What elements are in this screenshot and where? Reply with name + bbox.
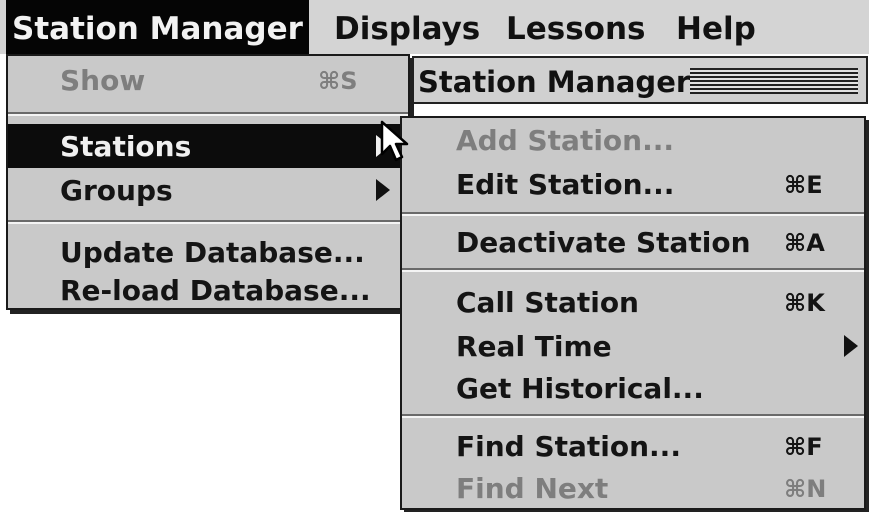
stations-submenu: Add Station... Edit Station... ⌘E Deacti… [400, 116, 866, 510]
menu-item-show[interactable]: Show ⌘S [8, 58, 408, 102]
menu-displays[interactable]: Displays [328, 0, 486, 54]
mouse-pointer-icon [380, 120, 409, 162]
submenu-arrow-icon [844, 335, 858, 357]
menu-item-label: Get Historical... [456, 372, 704, 405]
menu-item-deactivate-station[interactable]: Deactivate Station ⌘A [402, 220, 864, 264]
shortcut-label: ⌘F [784, 433, 823, 461]
menu-item-add-station[interactable]: Add Station... [402, 118, 864, 162]
menu-item-groups[interactable]: Groups [8, 168, 408, 212]
window-title-bar[interactable]: Station Manager [412, 56, 868, 104]
menu-item-label: Real Time [456, 330, 612, 363]
submenu-arrow-icon [376, 179, 390, 201]
shortcut-label: ⌘A [784, 229, 825, 257]
menu-item-label: Show [60, 64, 146, 97]
menu-item-find-station[interactable]: Find Station... ⌘F [402, 424, 864, 468]
menu-item-stations[interactable]: Stations [8, 124, 408, 168]
menu-bar: Station Manager Displays Lessons Help [0, 0, 869, 54]
station-manager-dropdown: Show ⌘S Stations Groups Update Database.… [6, 54, 410, 310]
menu-item-label: Groups [60, 174, 173, 207]
menu-item-get-historical[interactable]: Get Historical... [402, 366, 864, 410]
menu-item-real-time[interactable]: Real Time [402, 324, 864, 368]
shortcut-label: ⌘E [784, 171, 823, 199]
menu-separator [402, 268, 864, 272]
window-title: Station Manager [418, 65, 691, 99]
menu-item-label: Re-load Database... [60, 274, 371, 307]
menu-item-edit-station[interactable]: Edit Station... ⌘E [402, 162, 864, 206]
menu-item-label: Deactivate Station [456, 226, 751, 259]
shortcut-label: ⌘N [784, 475, 827, 503]
menu-item-label: Add Station... [456, 124, 675, 157]
menu-item-label: Edit Station... [456, 168, 675, 201]
menu-separator [8, 112, 408, 116]
menu-separator [402, 414, 864, 418]
menu-item-label: Call Station [456, 286, 639, 319]
title-bar-stripes [690, 68, 858, 94]
menu-separator [402, 212, 864, 216]
menu-station-manager[interactable]: Station Manager [6, 0, 309, 54]
menu-item-label: Stations [60, 130, 192, 163]
menu-item-reload-database[interactable]: Re-load Database... [8, 268, 408, 312]
menu-item-find-next[interactable]: Find Next ⌘N [402, 466, 864, 510]
menu-lessons[interactable]: Lessons [500, 0, 652, 54]
menu-item-label: Find Next [456, 472, 609, 505]
menu-separator [8, 220, 408, 224]
menu-help[interactable]: Help [670, 0, 762, 54]
menu-item-call-station[interactable]: Call Station ⌘K [402, 280, 864, 324]
shortcut-label: ⌘K [784, 289, 825, 317]
shortcut-label: ⌘S [318, 67, 358, 95]
menu-item-label: Find Station... [456, 430, 681, 463]
